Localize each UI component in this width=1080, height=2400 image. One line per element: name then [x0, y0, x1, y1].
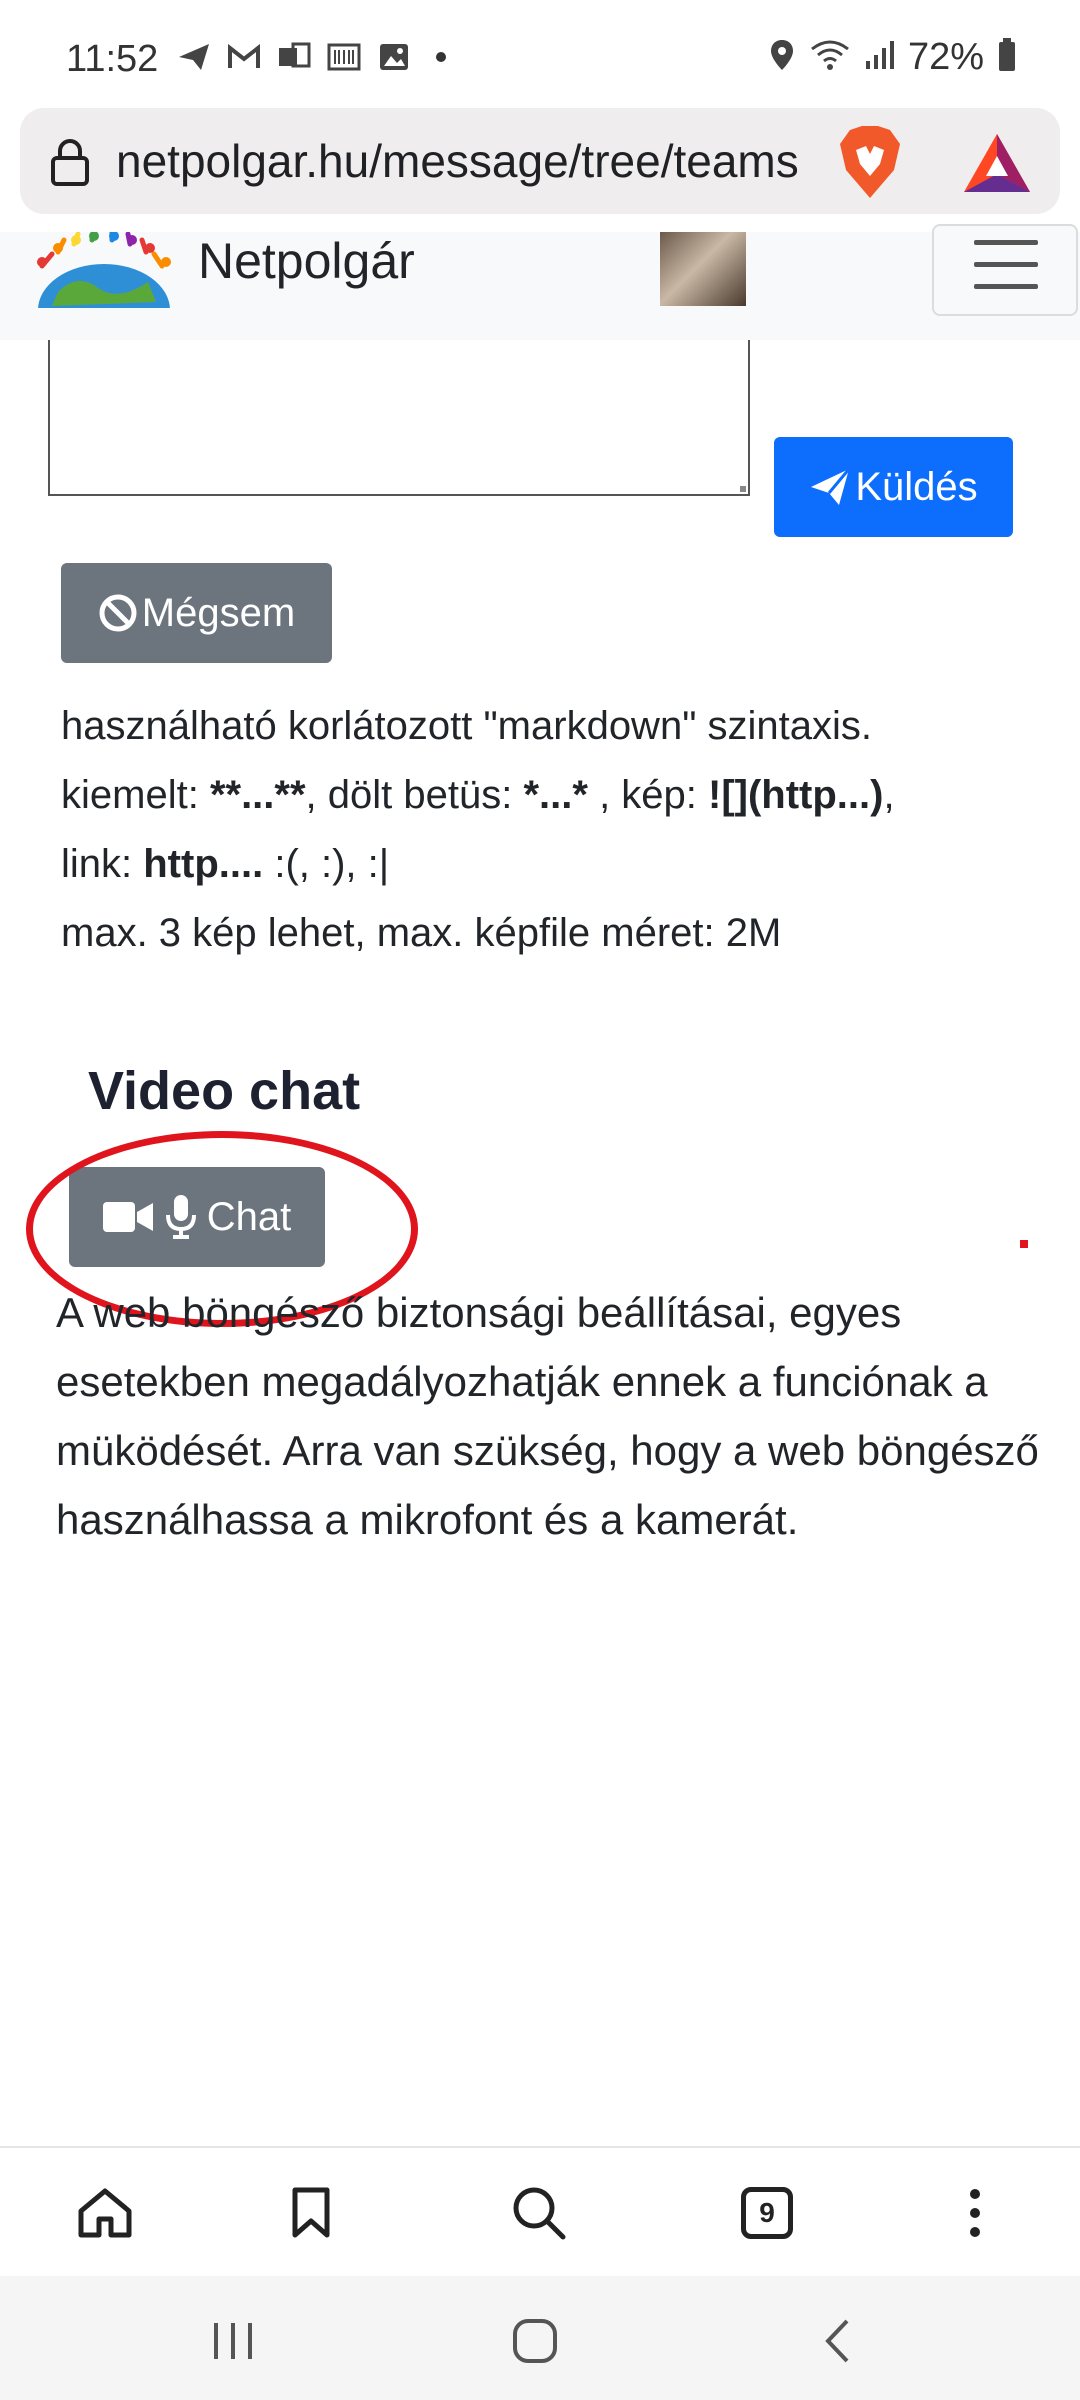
android-nav-bar — [0, 2276, 1080, 2400]
browser-toolbar: 9 — [0, 2146, 1080, 2274]
bat-rewards-icon[interactable] — [960, 130, 1034, 196]
home-nav-button[interactable] — [500, 2306, 570, 2376]
barcode-icon — [326, 40, 362, 74]
outlook-icon — [276, 40, 312, 74]
location-icon — [768, 38, 796, 77]
more-menu-button[interactable] — [940, 2178, 1010, 2248]
paper-plane-icon — [811, 468, 851, 505]
bookmarks-button[interactable] — [276, 2178, 346, 2248]
cancel-label: Mégsem — [141, 590, 296, 635]
brave-shields-icon[interactable] — [836, 124, 904, 200]
battery-percent: 72% — [907, 36, 984, 78]
recent-apps-icon — [214, 2323, 252, 2359]
hamburger-icon — [974, 240, 1038, 245]
recent-apps-button[interactable] — [198, 2306, 268, 2376]
send-label: Küldés — [855, 464, 978, 509]
help-line: max. 3 kép lehet, max. képfile méret: 2M — [61, 911, 782, 955]
site-navbar: Netpolgár — [0, 224, 1080, 356]
menu-toggler-button[interactable] — [932, 224, 1078, 316]
back-button[interactable] — [802, 2306, 872, 2376]
image-icon — [376, 40, 412, 74]
home-icon — [78, 2188, 132, 2238]
home-button[interactable] — [70, 2178, 140, 2248]
tabs-button[interactable]: 9 — [732, 2178, 802, 2248]
more-vertical-icon — [970, 2189, 980, 2237]
signal-icon — [864, 39, 894, 76]
wifi-icon — [810, 39, 850, 76]
status-bar: 11:52 72% — [0, 0, 1080, 110]
lock-icon[interactable] — [50, 138, 90, 186]
netpolgar-logo[interactable] — [28, 229, 180, 356]
send-icon — [176, 40, 212, 74]
message-textarea[interactable] — [48, 340, 750, 496]
address-bar[interactable]: netpolgar.hu/message/tree/teams — [20, 108, 1060, 214]
search-button[interactable] — [504, 2178, 574, 2248]
annotation-dot — [1020, 1240, 1028, 1248]
browser-permission-notice: A web böngésző biztonsági beállításai, e… — [56, 1289, 1039, 1543]
gmail-icon — [226, 40, 262, 74]
video-chat-heading: Video chat — [88, 1061, 361, 1121]
resize-handle[interactable] — [740, 486, 746, 492]
notification-icons — [176, 40, 446, 74]
markdown-help: használható korlátozott "markdown" szint… — [61, 692, 1041, 968]
site-brand[interactable]: Netpolgár — [198, 232, 415, 290]
tab-count: 9 — [741, 2187, 793, 2239]
send-button[interactable]: Küldés — [774, 437, 1013, 537]
ban-icon — [99, 594, 137, 632]
home-circle-icon — [513, 2319, 557, 2363]
more-notifications-icon — [436, 52, 446, 62]
help-line: link: http.... :(, :), :| — [61, 842, 390, 886]
bookmark-icon — [292, 2187, 330, 2238]
search-icon — [513, 2187, 566, 2240]
user-avatar[interactable] — [660, 232, 746, 306]
battery-icon — [998, 38, 1016, 77]
status-time: 11:52 — [66, 38, 159, 80]
back-chevron-icon — [825, 2319, 849, 2363]
cancel-button[interactable]: Mégsem — [61, 563, 332, 663]
url-text[interactable]: netpolgar.hu/message/tree/teams — [116, 134, 826, 190]
help-line: kiemelt: **...**, dölt betüs: *...* , ké… — [61, 773, 895, 817]
system-status: 72% — [768, 36, 1016, 79]
help-line: használható korlátozott "markdown" szint… — [61, 704, 872, 748]
